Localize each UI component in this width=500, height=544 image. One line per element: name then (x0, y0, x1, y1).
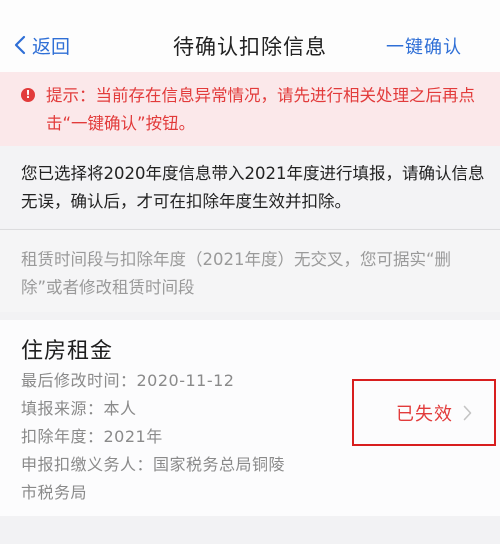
withholding-agent-text-continued: 市税务局 (21, 483, 88, 502)
one-click-confirm-button[interactable]: 一键确认 (386, 33, 462, 59)
alert-message: 提示：当前存在信息异常情况，请先进行相关处理之后再点击“一键确认”按钮。 (46, 86, 475, 133)
navigation-bar: 返回 待确认扣除信息 一键确认 (0, 0, 500, 72)
withholding-agent-text: 申报扣缴义务人：国家税务总局铜陵 (21, 455, 286, 474)
card-title: 住房租金 (21, 339, 114, 364)
status-badge: 已失效 (396, 403, 453, 425)
last-modified-text: 最后修改时间：2020-11-12 (21, 371, 235, 390)
info-message: 您已选择将2020年度信息带入2021年度进行填报，请确认信息无误，确认后，才可… (21, 164, 485, 211)
warning-icon: ! (21, 88, 35, 102)
source-text: 填报来源：本人 (21, 399, 137, 418)
note-message: 租赁时间段与扣除年度（2021年度）无交叉，您可据实“删除”或者修改租赁时间段 (21, 250, 452, 297)
deduction-year-text: 扣除年度：2021年 (21, 427, 163, 446)
status-entry[interactable]: 已失效 (352, 379, 496, 446)
chevron-right-icon (463, 405, 472, 420)
